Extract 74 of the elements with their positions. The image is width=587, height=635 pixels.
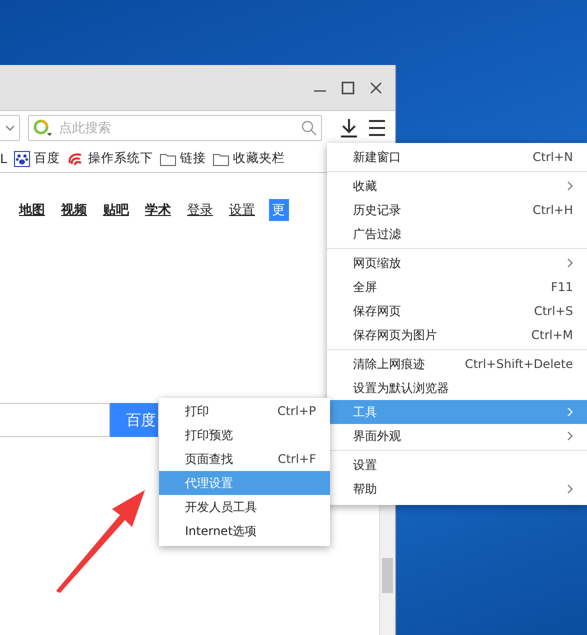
search-engine-icon <box>33 119 53 137</box>
menu-item-label: 网页缩放 <box>353 254 402 272</box>
menu-item[interactable]: 网页缩放 <box>327 251 587 275</box>
menu-item-label: 工具 <box>353 404 378 420</box>
menu-item-label: Internet选项 <box>185 522 258 540</box>
paw-icon <box>14 150 30 166</box>
menu-item-label: 界面外观 <box>353 428 402 444</box>
shortcut-label: Ctrl+H <box>532 203 573 217</box>
shortcut-label: Ctrl+M <box>531 328 573 342</box>
menu-item[interactable]: 开发人员工具 <box>159 495 330 519</box>
nav-link[interactable]: 贴吧 <box>103 201 129 219</box>
search-input[interactable]: 点此搜索 <box>57 120 297 136</box>
shortcut-label: Ctrl+N <box>532 150 573 164</box>
menu-item-label: 打印预览 <box>185 426 234 444</box>
nav-link[interactable]: 设置 <box>229 201 255 219</box>
chevron-down-icon <box>4 125 14 131</box>
menu-item[interactable]: 广告过滤 <box>327 222 587 246</box>
menu-item-label: 开发人员工具 <box>185 498 258 516</box>
menu-item-label: 保存网页 <box>353 302 402 320</box>
menu-item[interactable]: 保存网页 Ctrl+S <box>327 299 587 323</box>
menu-item[interactable]: 帮助 <box>327 477 587 501</box>
menu-item[interactable]: 全屏 F11 <box>327 275 587 299</box>
menu-item-label: 打印 <box>185 402 210 420</box>
menu-item[interactable]: 打印 Ctrl+P <box>159 399 330 423</box>
menu-item[interactable]: 界面外观 <box>327 424 587 448</box>
shortcut-label: Ctrl+S <box>534 304 573 318</box>
more-button[interactable]: 更 <box>269 199 289 221</box>
shortcut-label: Ctrl+Shift+Delete <box>464 357 573 371</box>
shortcut-label: F11 <box>550 280 573 294</box>
folder-icon <box>212 152 229 166</box>
nav-link[interactable]: 视频 <box>61 201 87 219</box>
menu-item-label: 收藏 <box>353 178 378 194</box>
menu-item[interactable]: 打印预览 <box>159 423 330 447</box>
menu-item-label: 历史记录 <box>353 202 402 218</box>
bookmark-link[interactable]: 百度 <box>34 150 60 167</box>
shortcut-label: Ctrl+F <box>278 452 316 466</box>
menu-icon[interactable] <box>367 119 387 137</box>
menu-item-label: 新建窗口 <box>353 148 402 166</box>
menu-item-label: 帮助 <box>353 480 378 498</box>
menu-item[interactable]: 收藏 <box>327 174 587 198</box>
menu-item[interactable]: 历史记录 Ctrl+H <box>327 198 587 222</box>
scrollbar-thumb[interactable] <box>382 558 393 593</box>
menu-item[interactable]: 清除上网痕迹 Ctrl+Shift+Delete <box>327 352 587 376</box>
menu-item[interactable]: 设置为默认浏览器 <box>327 376 587 400</box>
menu-item[interactable]: 保存网页为图片 Ctrl+M <box>327 323 587 347</box>
menu-item-label: 清除上网痕迹 <box>353 356 426 372</box>
nav-link[interactable]: 学术 <box>145 201 171 219</box>
menu-item-label: 保存网页为图片 <box>353 326 438 344</box>
menu-item-label: 设置 <box>353 456 378 474</box>
shortcut-label: Ctrl+P <box>277 404 316 418</box>
menu-item[interactable]: 设置 <box>327 453 587 477</box>
menu-item-label: 设置为默认浏览器 <box>353 380 450 396</box>
bookmark-link[interactable]: 链接 <box>180 150 206 167</box>
menu-item-label: 广告过滤 <box>353 226 402 242</box>
nav-link[interactable]: 地图 <box>19 201 45 219</box>
menu-item[interactable]: 新建窗口 Ctrl+N <box>327 145 587 169</box>
menu-item-label: 页面查找 <box>185 450 234 468</box>
bookmark-link[interactable]: L <box>0 151 7 166</box>
download-icon[interactable] <box>339 118 359 138</box>
swirl-icon <box>66 150 84 166</box>
maximize-icon[interactable] <box>341 80 355 94</box>
menu-item[interactable]: 页面查找 Ctrl+F <box>159 447 330 471</box>
bookmark-link[interactable]: 操作系统下 <box>88 150 153 167</box>
menu-item[interactable]: Internet选项 <box>159 519 330 543</box>
folder-icon <box>160 152 176 166</box>
close-icon[interactable] <box>369 80 383 94</box>
search-bar[interactable]: 点此搜索 <box>28 115 322 141</box>
bookmark-link[interactable]: 收藏夹栏 <box>232 150 285 167</box>
search-icon[interactable] <box>301 120 317 136</box>
menu-item-label: 代理设置 <box>185 474 234 492</box>
menu-item-label: 全屏 <box>353 278 378 296</box>
search-button[interactable]: 百度 <box>110 403 158 437</box>
nav-link[interactable]: 登录 <box>187 201 213 219</box>
address-dropdown[interactable] <box>0 115 20 141</box>
